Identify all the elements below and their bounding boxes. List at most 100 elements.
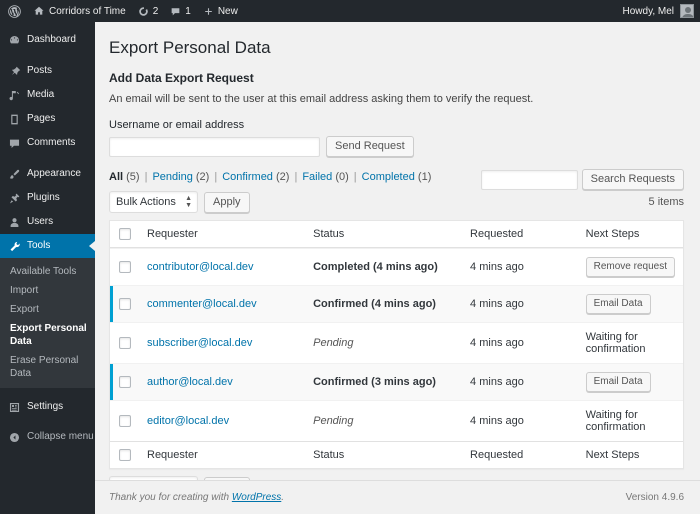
select-all-footer[interactable]	[110, 441, 139, 469]
row-checkbox-cell[interactable]	[110, 285, 139, 323]
sidebar-item-label: Pages	[27, 113, 56, 124]
row-checkbox-cell[interactable]	[110, 322, 139, 363]
row-requester-cell: commenter@local.dev	[139, 285, 306, 323]
sidebar-item-settings[interactable]: Settings	[0, 395, 95, 419]
requester-email-link[interactable]: contributor@local.dev	[147, 261, 254, 273]
filter-pending[interactable]: Pending (2)	[152, 171, 209, 183]
requester-email-link[interactable]: commenter@local.dev	[147, 298, 257, 310]
column-header-requester[interactable]: Requester	[139, 221, 306, 249]
row-status-cell: Completed (4 mins ago)	[305, 248, 463, 285]
row-checkbox[interactable]	[119, 415, 131, 428]
next-step-text: Waiting for confirmation	[585, 409, 646, 434]
column-footer-requested[interactable]: Requested	[462, 441, 578, 469]
sidebar-item-users[interactable]: Users	[0, 210, 95, 234]
search-requests-button[interactable]: Search Requests	[581, 169, 684, 190]
updates-menu[interactable]: 2	[132, 0, 165, 22]
row-checkbox-cell[interactable]	[110, 400, 139, 441]
sidebar-item-pages[interactable]: Pages	[0, 107, 95, 131]
sidebar-item-appearance[interactable]: Appearance	[0, 162, 95, 186]
select-all-checkbox-footer[interactable]	[119, 449, 131, 462]
row-checkbox-cell[interactable]	[110, 248, 139, 285]
table-header-row: Requester Status Requested Next Steps	[110, 221, 683, 249]
select-all-header[interactable]	[110, 221, 139, 249]
remove-request-button[interactable]: Remove request	[585, 257, 675, 278]
tools-submenu: Available Tools Import Export Export Per…	[0, 258, 95, 388]
filter-confirmed-link[interactable]: Confirmed	[222, 171, 273, 183]
bulk-actions-select-top[interactable]: Bulk Actions	[109, 191, 198, 214]
row-checkbox[interactable]	[119, 298, 131, 311]
select-all-checkbox[interactable]	[119, 228, 131, 241]
user-avatar-icon	[680, 4, 694, 18]
filter-failed-link[interactable]: Failed	[302, 171, 332, 183]
column-footer-status[interactable]: Status	[305, 441, 463, 469]
my-account-menu[interactable]: Howdy, Mel	[623, 4, 700, 18]
plus-icon	[205, 7, 212, 15]
filter-pending-link[interactable]: Pending	[152, 171, 192, 183]
sidebar-item-label: Plugins	[27, 192, 60, 203]
page-title: Export Personal Data	[109, 38, 271, 57]
apply-button-top[interactable]: Apply	[204, 191, 250, 213]
sidebar-item-erase-personal-data[interactable]: Erase Personal Data	[0, 351, 95, 383]
requester-email-link[interactable]: editor@local.dev	[147, 415, 229, 427]
sidebar-item-posts[interactable]: Posts	[0, 59, 95, 83]
sidebar-item-import[interactable]: Import	[0, 281, 95, 300]
filter-separator: |	[144, 171, 148, 184]
filter-separator: |	[214, 171, 218, 184]
row-checkbox[interactable]	[119, 337, 131, 350]
row-next-steps-cell: Waiting for confirmation	[577, 322, 683, 363]
home-icon	[34, 6, 44, 15]
column-header-requested[interactable]: Requested	[462, 221, 578, 249]
row-checkbox-cell[interactable]	[110, 363, 139, 401]
bulk-actions-select-top-wrap: Bulk Actions ▲ ▼	[109, 191, 198, 214]
requester-email-link[interactable]: subscriber@local.dev	[147, 337, 252, 349]
export-requests-table: Requester Status Requested Next Steps co…	[109, 220, 684, 470]
filter-confirmed[interactable]: Confirmed (2)	[222, 171, 289, 183]
filter-all-link[interactable]: All	[109, 171, 123, 183]
filter-completed-link[interactable]: Completed	[362, 171, 415, 183]
sidebar-item-label: Comments	[27, 137, 76, 148]
email-data-button[interactable]: Email Data	[585, 372, 651, 393]
username-or-email-input[interactable]	[109, 136, 320, 157]
filter-completed[interactable]: Completed (1)	[362, 171, 432, 183]
filter-completed-count: (1)	[417, 171, 432, 184]
comments-menu[interactable]: 1	[164, 0, 197, 22]
send-request-button[interactable]: Send Request	[326, 136, 414, 158]
row-requested-cell: 4 mins ago	[462, 363, 578, 401]
collapse-menu-button[interactable]: Collapse menu	[0, 425, 95, 449]
sidebar-item-comments[interactable]: Comments	[0, 131, 95, 155]
status-text: Completed (4 mins ago)	[313, 261, 438, 274]
footer-thanks-prefix: Thank you for creating with	[109, 492, 232, 503]
search-requests-input[interactable]	[480, 169, 578, 190]
sidebar-item-label: Dashboard	[27, 34, 76, 45]
sidebar-item-tools[interactable]: Tools	[0, 234, 95, 258]
row-requested-cell: 4 mins ago	[462, 248, 578, 285]
status-text: Confirmed (4 mins ago)	[313, 298, 436, 311]
row-checkbox[interactable]	[119, 376, 131, 389]
table-footer-row: Requester Status Requested Next Steps	[110, 441, 683, 469]
sidebar-item-label: Tools	[27, 240, 51, 251]
row-status-cell: Confirmed (3 mins ago)	[305, 363, 463, 401]
table-row: editor@local.dev Pending 4 mins ago Wait…	[110, 400, 683, 441]
column-footer-requester[interactable]: Requester	[139, 441, 306, 469]
column-header-status[interactable]: Status	[305, 221, 463, 249]
filter-failed[interactable]: Failed (0)	[302, 171, 348, 183]
table-row: author@local.dev Confirmed (3 mins ago) …	[110, 363, 683, 401]
wp-logo-menu[interactable]	[0, 0, 27, 22]
email-data-button[interactable]: Email Data	[585, 294, 651, 315]
requester-email-link[interactable]: author@local.dev	[147, 376, 233, 388]
sidebar-item-dashboard[interactable]: Dashboard	[0, 28, 95, 52]
row-checkbox[interactable]	[119, 261, 131, 274]
sidebar-item-export[interactable]: Export	[0, 300, 95, 319]
sidebar-item-media[interactable]: Media	[0, 83, 95, 107]
sidebar-item-label: Settings	[27, 401, 64, 412]
wordpress-link[interactable]: WordPress	[232, 492, 281, 503]
new-content-menu[interactable]: New	[197, 0, 244, 22]
comment-icon	[9, 139, 20, 148]
sidebar-item-plugins[interactable]: Plugins	[0, 186, 95, 210]
site-name-menu[interactable]: Corridors of Time	[27, 0, 132, 22]
sidebar-item-export-personal-data[interactable]: Export Personal Data	[0, 319, 95, 351]
filter-all[interactable]: All (5)	[109, 171, 140, 183]
sidebar-item-available-tools[interactable]: Available Tools	[0, 262, 95, 281]
updates-count: 2	[152, 5, 159, 17]
table-body: contributor@local.dev Completed (4 mins …	[110, 248, 683, 441]
